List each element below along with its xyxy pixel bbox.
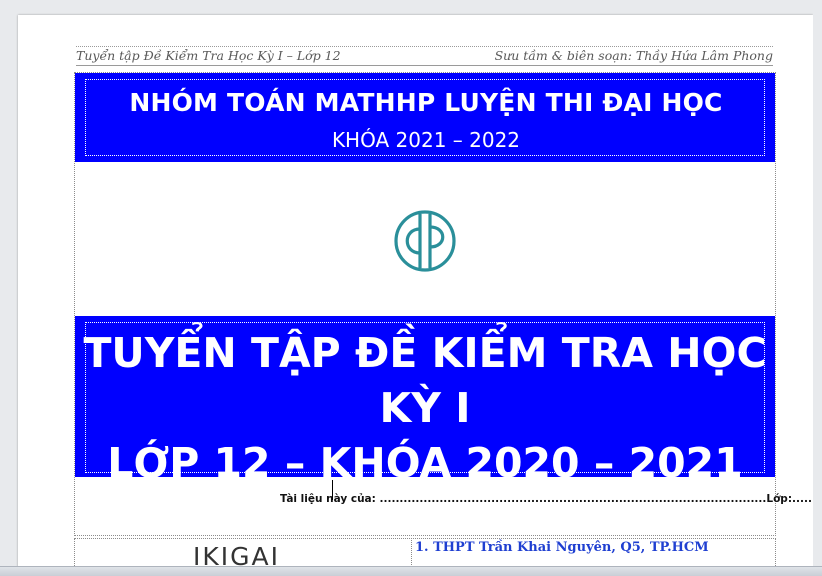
hp-monogram-logo-icon — [394, 210, 456, 272]
main-title-line-2: KỲ I — [379, 384, 471, 432]
group-title: NHÓM TOÁN MATHHP LUYỆN THI ĐẠI HỌC — [129, 88, 723, 117]
owner-field-line[interactable]: Tài liệu này của: ......................… — [280, 493, 822, 505]
text-cursor — [332, 480, 333, 500]
main-title-line-3: LỚP 12 – KHÓA 2020 – 2021 — [107, 439, 743, 477]
group-banner: NHÓM TOÁN MATHHP LUYỆN THI ĐẠI HỌC KHÓA … — [75, 73, 775, 162]
right-workspace-edge — [813, 0, 822, 566]
main-title-banner: TUYỂN TẬP ĐỀ KIỂM TRA HỌC KỲ I LỚP 12 – … — [75, 316, 775, 477]
page-header: Tuyển tập Đề Kiểm Tra Học Kỳ I – Lớp 12 … — [76, 48, 773, 66]
school-list-item[interactable]: 1. THPT Trần Khai Nguyên, Q5, TP.HCM — [415, 540, 709, 555]
header-left-text: Tuyển tập Đề Kiểm Tra Học Kỳ I – Lớp 12 — [76, 48, 341, 63]
group-banner-frame: NHÓM TOÁN MATHHP LUYỆN THI ĐẠI HỌC KHÓA … — [85, 79, 765, 156]
header-right-text: Sưu tầm & biên soạn: Thầy Hứa Lâm Phong — [494, 48, 773, 63]
course-year: KHÓA 2021 – 2022 — [331, 128, 521, 152]
main-title: TUYỂN TẬP ĐỀ KIỂM TRA HỌC KỲ I LỚP 12 – … — [75, 326, 775, 477]
document-page[interactable]: Tuyển tập Đề Kiểm Tra Học Kỳ I – Lớp 12 … — [18, 15, 822, 576]
header-underline — [76, 65, 773, 66]
header-top-rule — [76, 46, 773, 47]
cover-frame: NHÓM TOÁN MATHHP LUYỆN THI ĐẠI HỌC KHÓA … — [74, 72, 822, 536]
main-title-line-1: TUYỂN TẬP ĐỀ KIỂM TRA HỌC — [83, 329, 767, 377]
